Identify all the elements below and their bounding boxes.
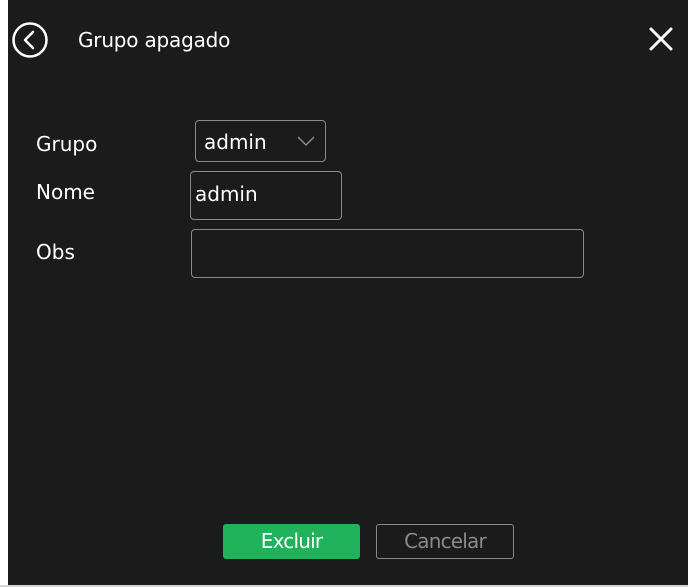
- delete-group-dialog: Grupo apagado Grupo admin Nome admin Obs…: [0, 0, 688, 587]
- chevron-down-icon: [297, 136, 315, 147]
- obs-label: Obs: [36, 240, 75, 264]
- cancel-button[interactable]: Cancelar: [376, 524, 514, 559]
- nome-label: Nome: [36, 180, 95, 204]
- back-icon[interactable]: [11, 21, 49, 59]
- nome-field[interactable]: admin: [190, 171, 342, 220]
- nome-field-value: admin: [195, 182, 258, 206]
- dialog-title: Grupo apagado: [78, 28, 231, 52]
- close-icon[interactable]: [648, 26, 674, 52]
- grupo-select-value: admin: [204, 130, 267, 154]
- grupo-select[interactable]: admin: [195, 120, 326, 162]
- obs-field[interactable]: [191, 229, 584, 278]
- grupo-label: Grupo: [36, 132, 98, 156]
- delete-button[interactable]: Excluir: [223, 524, 360, 559]
